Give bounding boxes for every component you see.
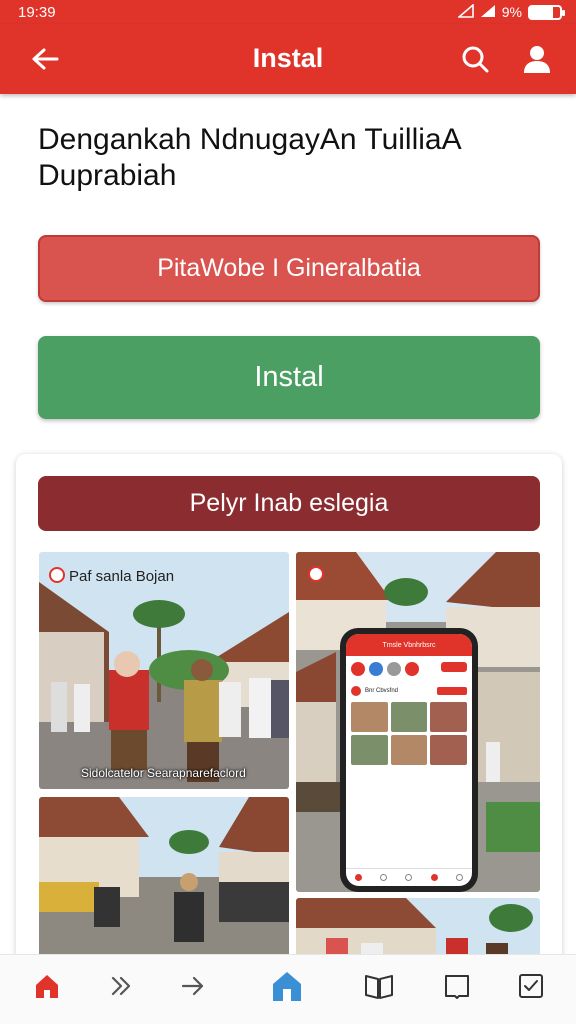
screenshots-card: Pelyr Inab eslegia Paf sanla Bojan Sidol… xyxy=(16,454,562,974)
photo-1-title: Paf sanla Bojan xyxy=(69,568,175,585)
phone-pill xyxy=(441,662,467,672)
screenshot-photo-1[interactable]: Paf sanla Bojan Sidolcatelor Searapnaref… xyxy=(39,552,289,789)
app-heading: Dengankah NdnugayAn TuilliaA Duprabiah xyxy=(38,123,460,192)
phone-thumb xyxy=(430,702,467,732)
phone-red-pill xyxy=(437,687,467,695)
phone-thumb xyxy=(390,702,428,732)
checkbox-icon[interactable] xyxy=(514,969,548,1003)
search-icon[interactable] xyxy=(458,42,492,76)
chevron-double-icon[interactable] xyxy=(104,969,138,1003)
signal-icon-2 xyxy=(480,4,496,21)
phone-nav-icon xyxy=(455,874,463,881)
phone-grid xyxy=(346,700,472,767)
phone-thumb xyxy=(430,735,467,765)
profile-icon[interactable] xyxy=(518,40,556,78)
home-icon[interactable] xyxy=(30,969,64,1003)
status-indicators: 9% xyxy=(456,2,565,21)
status-time: 19:39 xyxy=(18,3,56,21)
app-bar: Instal xyxy=(0,24,576,94)
photo-badge-icon xyxy=(308,566,324,582)
phone-mockup: Tmsle Vbnhrbsrc Bnr Cbvsfnd xyxy=(340,628,478,892)
battery-percent: 9% xyxy=(501,4,522,20)
phone-chip-icon xyxy=(351,662,365,676)
phone-header: Tmsle Vbnhrbsrc xyxy=(346,634,472,656)
phone-chip-icon xyxy=(369,662,383,676)
status-bar: 19:39 9% xyxy=(0,0,576,24)
photo-1-caption: Sidolcatelor Searapnarefaclord xyxy=(81,766,246,780)
screenshot-photo-3[interactable] xyxy=(39,797,289,974)
screenshot-photo-2[interactable]: Tmsle Vbnhrbsrc Bnr Cbvsfnd xyxy=(296,552,540,892)
phone-thumb xyxy=(390,735,428,765)
photo-badge-icon xyxy=(49,567,65,583)
phone-nav-icon xyxy=(380,874,388,881)
phone-chip-icon xyxy=(405,662,419,676)
secondary-button[interactable]: PitaWobe I Gineralbatia xyxy=(38,235,540,302)
card-banner[interactable]: Pelyr Inab eslegia xyxy=(38,476,540,531)
phone-chip-row xyxy=(346,656,472,682)
battery-icon xyxy=(528,4,565,20)
phone-nav-icon xyxy=(430,874,438,881)
phone-nav-icon xyxy=(355,874,363,881)
phone-thumb xyxy=(351,702,388,732)
book-icon[interactable] xyxy=(362,969,396,1003)
phone-screen: Tmsle Vbnhrbsrc Bnr Cbvsfnd xyxy=(346,634,472,886)
phone-chip-icon xyxy=(387,662,401,676)
arrow-right-icon[interactable] xyxy=(176,969,210,1003)
phone-section-label: Bnr Cbvsfnd xyxy=(365,688,399,694)
phone-nav xyxy=(346,868,472,886)
bottom-navigation xyxy=(0,954,576,1024)
phone-dot-icon xyxy=(351,686,361,696)
tablet-icon[interactable] xyxy=(440,969,474,1003)
house-active-icon[interactable] xyxy=(270,969,304,1003)
signal-icon xyxy=(456,2,474,21)
phone-thumb xyxy=(351,735,388,765)
phone-section: Bnr Cbvsfnd xyxy=(346,682,472,700)
phone-nav-icon xyxy=(405,874,413,881)
install-button[interactable]: Instal xyxy=(38,336,540,419)
